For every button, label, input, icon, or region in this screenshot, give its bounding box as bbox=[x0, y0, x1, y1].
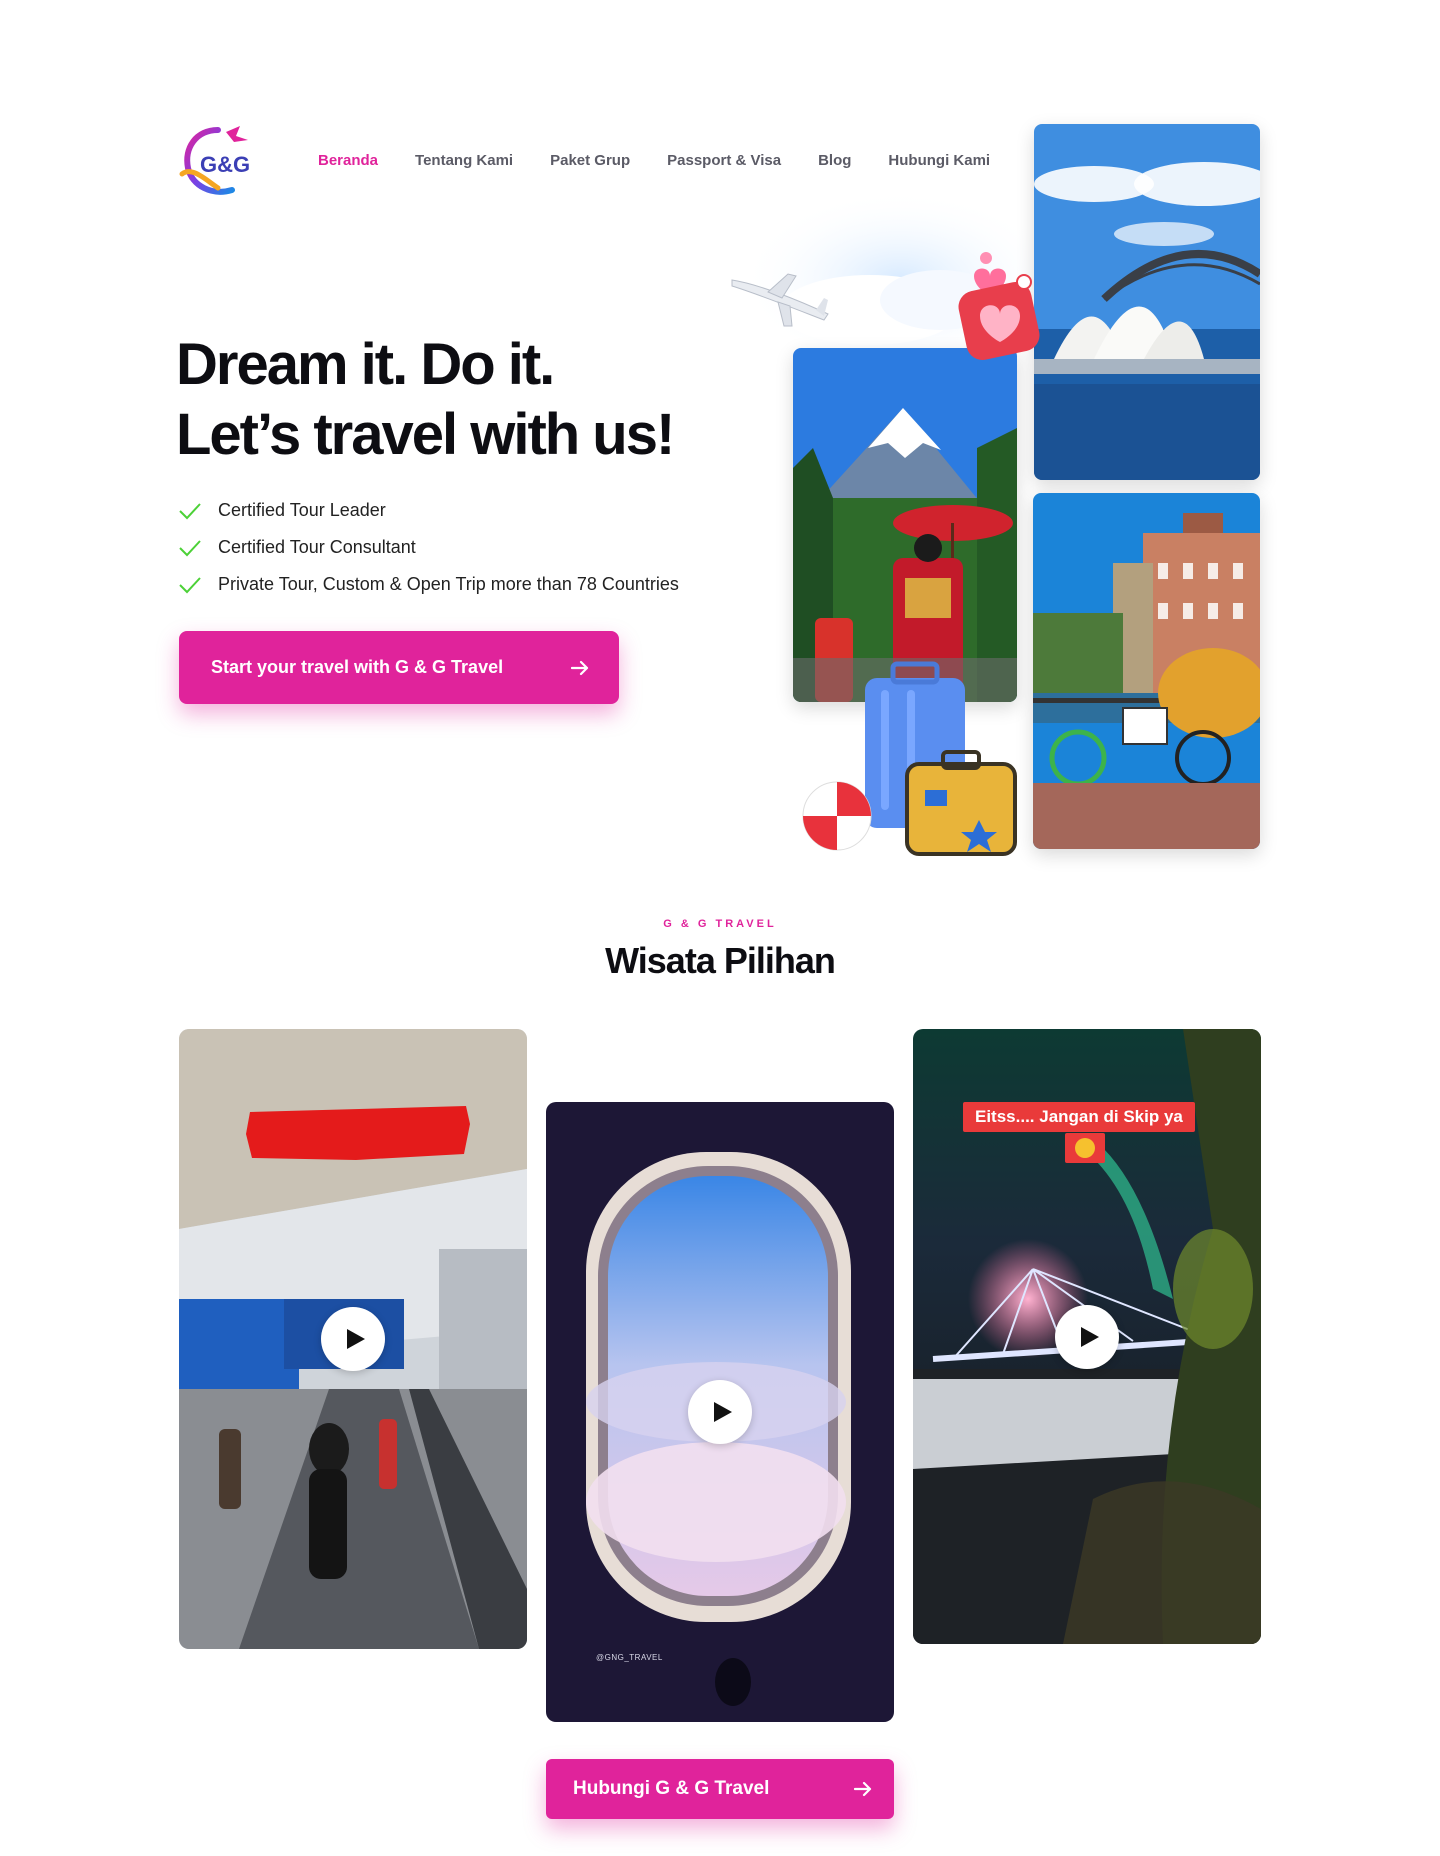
nav-item-blog[interactable]: Blog bbox=[818, 152, 851, 169]
hero-title-line2: Let’s travel with us! bbox=[176, 402, 675, 467]
video-watermark: @GNG_TRAVEL bbox=[596, 1653, 663, 1662]
nav-item-passport-visa[interactable]: Passport & Visa bbox=[667, 152, 781, 169]
start-travel-button[interactable]: Start your travel with G & G Travel bbox=[179, 631, 619, 704]
smile-emoji-icon bbox=[1065, 1133, 1105, 1163]
video-caption: Eitss.... Jangan di Skip ya bbox=[963, 1102, 1195, 1132]
play-button[interactable] bbox=[321, 1307, 385, 1371]
redaction-mark bbox=[246, 1106, 470, 1160]
contact-button[interactable]: Hubungi G & G Travel bbox=[546, 1759, 894, 1819]
nav-item-tentang-kami[interactable]: Tentang Kami bbox=[415, 152, 513, 169]
section-title: Wisata Pilihan bbox=[605, 940, 836, 981]
hero-title-line1: Dream it. Do it. bbox=[176, 332, 555, 397]
feature-label: Private Tour, Custom & Open Trip more th… bbox=[218, 574, 679, 594]
feature-label: Certified Tour Consultant bbox=[218, 537, 416, 557]
photo-amsterdam-canal bbox=[1033, 493, 1260, 849]
photo-sydney-opera-house bbox=[1034, 124, 1260, 480]
photo-mount-fuji bbox=[793, 348, 1017, 702]
airplane-icon bbox=[731, 273, 829, 327]
heart-notification-icon bbox=[958, 252, 1040, 360]
nav-item-hubungi-kami[interactable]: Hubungi Kami bbox=[888, 152, 990, 169]
arrow-right-icon bbox=[854, 1781, 872, 1797]
brand-logo[interactable]: G&G bbox=[178, 122, 262, 200]
video-card-aurora-bridge[interactable]: Eitss.... Jangan di Skip ya bbox=[913, 1029, 1261, 1644]
contact-button-label: Hubungi G & G Travel bbox=[573, 1778, 770, 1799]
svg-text:G&G: G&G bbox=[200, 152, 250, 177]
main-nav: Beranda Tentang Kami Paket Grup Passport… bbox=[318, 152, 1027, 169]
feature-item: Certified Tour Consultant bbox=[178, 529, 679, 566]
section-eyebrow: G & G TRAVEL bbox=[663, 918, 777, 930]
feature-label: Certified Tour Leader bbox=[218, 500, 386, 520]
feature-list: Certified Tour Leader Certified Tour Con… bbox=[178, 492, 679, 603]
play-button[interactable] bbox=[688, 1380, 752, 1444]
luggage-illustration bbox=[802, 661, 1017, 856]
play-button[interactable] bbox=[1055, 1304, 1119, 1369]
check-icon bbox=[179, 576, 201, 593]
start-travel-button-label: Start your travel with G & G Travel bbox=[211, 657, 504, 677]
check-icon bbox=[179, 539, 201, 556]
nav-item-beranda[interactable]: Beranda bbox=[318, 152, 378, 169]
video-card-airport[interactable] bbox=[179, 1029, 527, 1649]
arrow-right-icon bbox=[571, 660, 589, 675]
feature-item: Private Tour, Custom & Open Trip more th… bbox=[178, 566, 679, 603]
hero-title: Dream it. Do it. Let’s travel with us! bbox=[176, 330, 675, 470]
nav-item-paket-grup[interactable]: Paket Grup bbox=[550, 152, 630, 169]
check-icon bbox=[179, 502, 201, 519]
play-icon bbox=[1081, 1326, 1099, 1347]
play-icon bbox=[714, 1402, 732, 1422]
feature-item: Certified Tour Leader bbox=[178, 492, 679, 529]
play-icon bbox=[347, 1329, 365, 1349]
video-card-airplane-window[interactable]: @GNG_TRAVEL bbox=[546, 1102, 894, 1722]
